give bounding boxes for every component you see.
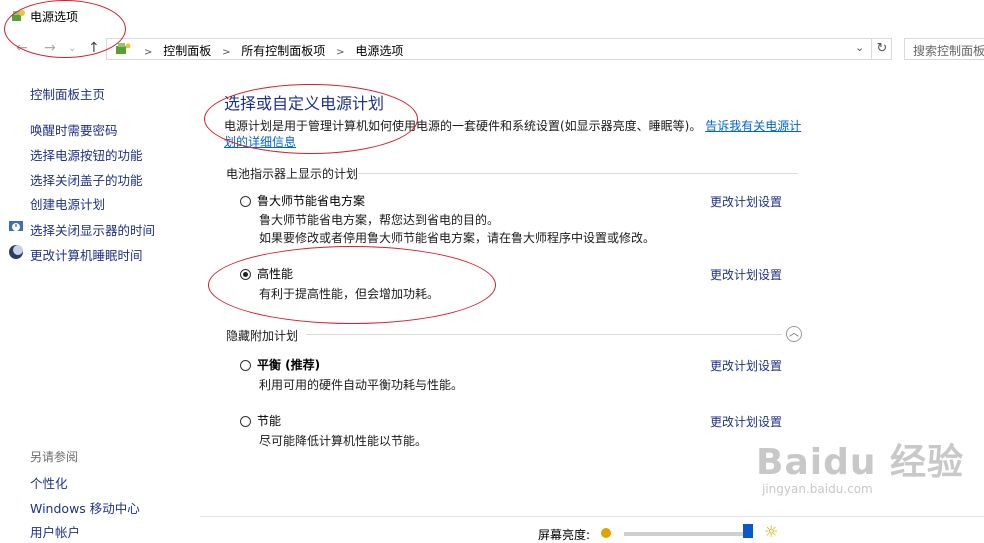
- section-divider: [306, 334, 782, 335]
- plan-desc-balanced: 利用可用的硬件自动平衡功耗与性能。: [259, 378, 464, 392]
- plan-radio-power-saver[interactable]: [240, 416, 251, 427]
- search-placeholder: 搜索控制面板: [913, 44, 984, 58]
- plan-desc-ludashi: 鲁大师节能省电方案，帮您达到省电的目的。: [259, 213, 500, 227]
- sidebar-link-lid[interactable]: 选择关闭盖子的功能: [30, 170, 143, 189]
- watermark-url: jingyan.baidu.com: [762, 482, 873, 496]
- breadcrumb-item[interactable]: 控制面板: [163, 44, 211, 58]
- plan-desc-ludashi-note: 如果要修改或者停用鲁大师节能省电方案，请在鲁大师程序中设置或修改。: [259, 231, 656, 245]
- search-input[interactable]: 搜索控制面板: [904, 38, 984, 60]
- plan-name-ludashi[interactable]: 鲁大师节能省电方案: [257, 192, 365, 209]
- brightness-slider[interactable]: [624, 532, 748, 536]
- dim-sun-icon: [601, 528, 611, 538]
- sidebar-link-display-off[interactable]: 选择关闭显示器的时间: [30, 220, 155, 239]
- footer-divider: [200, 516, 984, 517]
- watermark: Baidu 经验 jingyan.baidu.com: [756, 442, 965, 497]
- see-also-user-accounts[interactable]: 用户帐户: [30, 522, 80, 541]
- sidebar-home-link[interactable]: 控制面板主页: [30, 84, 105, 103]
- watermark-brand: Baidu 经验: [756, 442, 965, 483]
- chevron-up-icon[interactable]: ︿: [786, 326, 802, 342]
- change-plan-settings-link[interactable]: 更改计划设置: [710, 266, 782, 283]
- title-bar: 电源选项: [0, 0, 984, 34]
- display-timer-icon: [9, 221, 23, 231]
- sidebar-link-sleep-time[interactable]: 更改计算机睡眠时间: [30, 245, 143, 264]
- annotation-ellipse: [204, 84, 418, 154]
- breadcrumb: > 控制面板 > 所有控制面板项 > 电源选项: [144, 44, 404, 58]
- see-also-label: 另请参阅: [30, 450, 79, 464]
- control-panel-icon: [116, 43, 131, 54]
- change-plan-settings-link[interactable]: 更改计划设置: [710, 357, 782, 374]
- plan-name-power-saver[interactable]: 节能: [257, 412, 281, 429]
- plan-radio-ludashi[interactable]: [240, 196, 251, 207]
- address-bar[interactable]: > 控制面板 > 所有控制面板项 > 电源选项 ⌄ ↻: [106, 38, 892, 60]
- bright-sun-icon: ☼: [764, 522, 779, 541]
- brightness-label: 屏幕亮度:: [538, 528, 591, 542]
- see-also-personalization[interactable]: 个性化: [30, 473, 68, 492]
- battery-section-label: 电池指示器上显示的计划: [226, 167, 359, 181]
- breadcrumb-item[interactable]: 所有控制面板项: [241, 44, 325, 58]
- plan-name-balanced[interactable]: 平衡 (推荐): [257, 356, 320, 373]
- refresh-icon[interactable]: ↻: [871, 39, 892, 59]
- see-also-mobility-center[interactable]: Windows 移动中心: [30, 498, 140, 517]
- sleep-moon-icon: [9, 245, 23, 259]
- annotation-ellipse: [208, 246, 496, 324]
- chevron-down-icon[interactable]: ⌄: [855, 41, 864, 54]
- sidebar-link-power-button[interactable]: 选择电源按钮的功能: [30, 145, 143, 164]
- annotation-ellipse: [4, 0, 126, 58]
- hidden-section-label: 隐藏附加计划: [226, 329, 299, 343]
- sidebar-link-create-plan[interactable]: 创建电源计划: [30, 194, 105, 213]
- change-plan-settings-link[interactable]: 更改计划设置: [710, 193, 782, 210]
- plan-radio-balanced[interactable]: [240, 360, 251, 371]
- change-plan-settings-link[interactable]: 更改计划设置: [710, 413, 782, 430]
- section-divider: [358, 173, 798, 174]
- breadcrumb-item[interactable]: 电源选项: [355, 44, 403, 58]
- sidebar-link-wake-password[interactable]: 唤醒时需要密码: [30, 120, 118, 139]
- plan-desc-power-saver: 尽可能降低计算机性能以节能。: [259, 434, 428, 448]
